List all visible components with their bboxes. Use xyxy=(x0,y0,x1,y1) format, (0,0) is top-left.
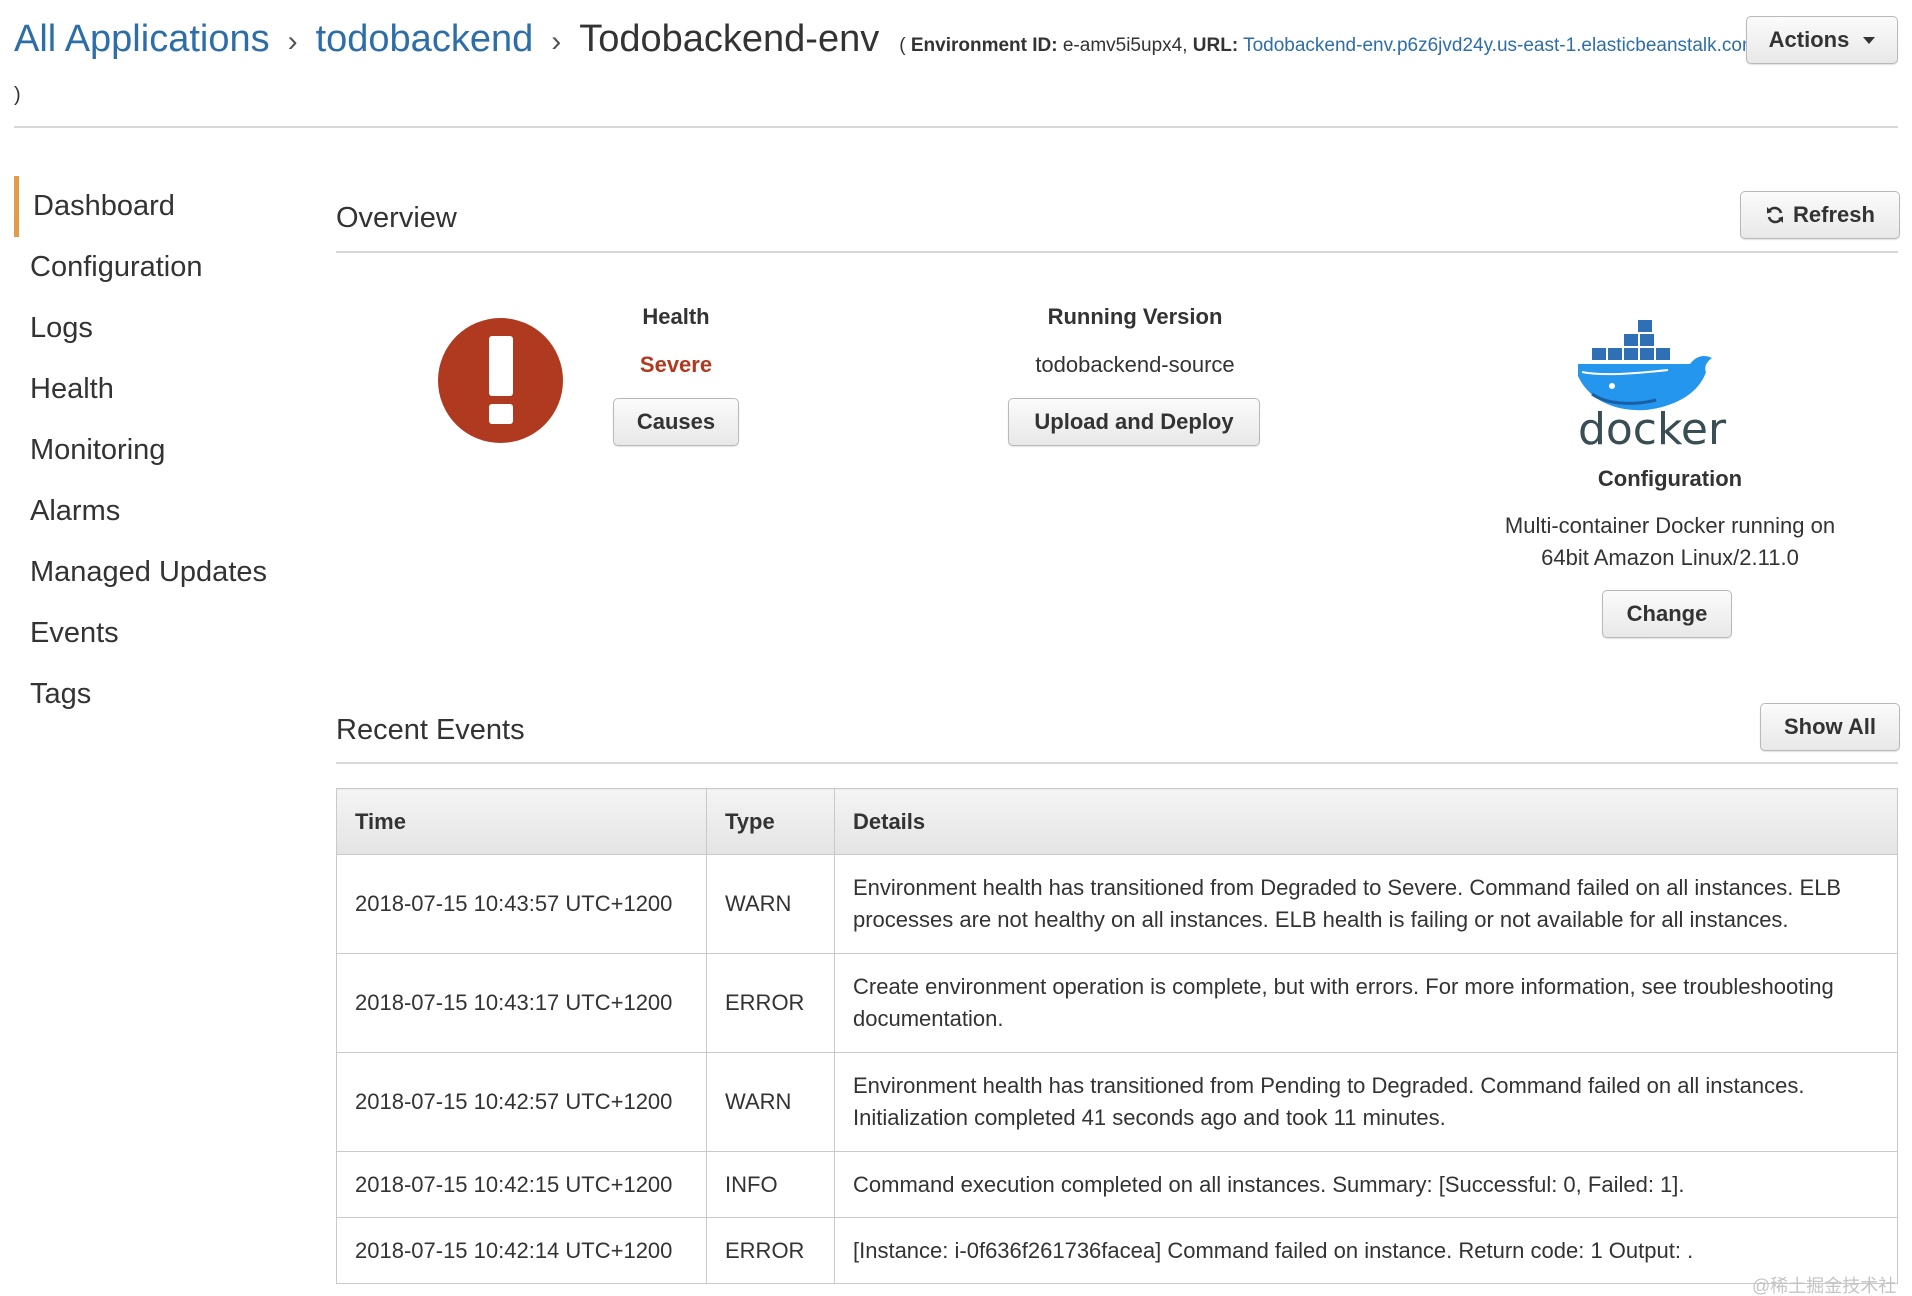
breadcrumb-all-applications[interactable]: All Applications xyxy=(14,18,270,61)
event-details: Command execution completed on all insta… xyxy=(834,1151,1898,1218)
sidebar-item-monitoring[interactable]: Monitoring xyxy=(14,420,294,481)
upload-and-deploy-button[interactable]: Upload and Deploy xyxy=(1008,398,1260,446)
overview-heading: Overview xyxy=(336,202,457,234)
sidebar-item-dashboard[interactable]: Dashboard xyxy=(14,176,294,237)
causes-button[interactable]: Causes xyxy=(613,398,739,446)
change-configuration-button[interactable]: Change xyxy=(1602,590,1732,638)
running-version-value: todobackend-source xyxy=(1035,352,1235,377)
health-status-circle xyxy=(438,318,563,443)
table-row: 2018-07-15 10:42:15 UTC+1200 INFO Comman… xyxy=(336,1151,1898,1218)
event-time: 2018-07-15 10:42:14 UTC+1200 xyxy=(336,1217,707,1284)
environment-url-label: URL: xyxy=(1192,35,1239,56)
column-header-time[interactable]: Time xyxy=(336,788,707,855)
exclamation-icon xyxy=(488,335,513,424)
table-row: 2018-07-15 10:43:17 UTC+1200 ERROR Creat… xyxy=(336,953,1898,1053)
docker-logo-icon: docker xyxy=(1578,320,1727,450)
configuration-description-line1: Multi-container Docker running on xyxy=(1504,513,1836,538)
table-row: 2018-07-15 10:42:57 UTC+1200 WARN Enviro… xyxy=(336,1052,1898,1152)
event-time: 2018-07-15 10:43:57 UTC+1200 xyxy=(336,854,707,954)
sidebar-item-managed-updates[interactable]: Managed Updates xyxy=(14,542,294,603)
recent-events-divider xyxy=(336,762,1898,764)
breadcrumb-application[interactable]: todobackend xyxy=(316,18,534,61)
column-header-type[interactable]: Type xyxy=(706,788,835,855)
event-type-error: ERROR xyxy=(706,1217,835,1284)
environment-open-paren: ( xyxy=(899,35,906,56)
sidebar-item-tags[interactable]: Tags xyxy=(14,664,294,725)
actions-label: Actions xyxy=(1768,27,1850,52)
event-details: Environment health has transitioned from… xyxy=(834,854,1898,954)
sidebar-item-configuration[interactable]: Configuration xyxy=(14,237,294,298)
header-divider xyxy=(14,126,1898,128)
event-type-warn: WARN xyxy=(706,1052,835,1152)
event-details: Create environment operation is complete… xyxy=(834,953,1898,1053)
column-header-details[interactable]: Details xyxy=(834,788,1898,855)
breadcrumb-current-environment: Todobackend-env xyxy=(579,18,880,60)
refresh-label: Refresh xyxy=(1793,202,1875,227)
environment-id-value: e-amv5i5upx4, xyxy=(1062,35,1188,56)
environment-id-label: Environment ID: xyxy=(910,35,1058,56)
docker-logo-text: docker xyxy=(1578,404,1727,450)
page-header: All Applications › todobackend › Todobac… xyxy=(14,14,1898,114)
breadcrumb-separator: › xyxy=(287,25,298,58)
environment-close-paren: ) xyxy=(14,84,21,106)
refresh-button[interactable]: Refresh xyxy=(1740,191,1900,239)
table-row: 2018-07-15 10:42:14 UTC+1200 ERROR [Inst… xyxy=(336,1217,1898,1284)
chevron-down-icon xyxy=(1863,36,1876,44)
health-status-value: Severe xyxy=(639,352,713,377)
event-time: 2018-07-15 10:42:15 UTC+1200 xyxy=(336,1151,707,1218)
sidebar-nav: Dashboard Configuration Logs Health Moni… xyxy=(14,176,294,725)
event-time: 2018-07-15 10:42:57 UTC+1200 xyxy=(336,1052,707,1152)
refresh-icon xyxy=(1767,206,1784,224)
show-all-events-button[interactable]: Show All xyxy=(1760,703,1900,751)
actions-dropdown-button[interactable]: Actions xyxy=(1746,16,1898,64)
table-row: 2018-07-15 10:43:57 UTC+1200 WARN Enviro… xyxy=(336,854,1898,954)
table-header-row: Time Type Details xyxy=(336,788,1898,855)
environment-info: ( Environment ID: e-amv5i5upx4, URL: Tod… xyxy=(899,35,1758,57)
sidebar-item-logs[interactable]: Logs xyxy=(14,298,294,359)
configuration-description-line2: 64bit Amazon Linux/2.11.0 xyxy=(1541,545,1799,570)
breadcrumb-separator: › xyxy=(551,25,562,58)
sidebar-item-events[interactable]: Events xyxy=(14,603,294,664)
running-version-label: Running Version xyxy=(1047,304,1223,329)
event-type-warn: WARN xyxy=(706,854,835,954)
configuration-description: Multi-container Docker running on 64bit … xyxy=(1470,510,1870,574)
watermark: @稀土掘金技术社区 xyxy=(1752,1276,1897,1296)
event-type-info: INFO xyxy=(706,1151,835,1218)
sidebar-item-health[interactable]: Health xyxy=(14,359,294,420)
recent-events-table: Time Type Details 2018-07-15 10:43:57 UT… xyxy=(336,788,1898,1284)
event-details: Environment health has transitioned from… xyxy=(834,1052,1898,1152)
event-time: 2018-07-15 10:43:17 UTC+1200 xyxy=(336,953,707,1053)
recent-events-heading: Recent Events xyxy=(336,714,525,746)
configuration-label: Configuration xyxy=(1597,466,1743,491)
environment-url-link[interactable]: Todobackend-env.p6z6jvd24y.us-east-1.ela… xyxy=(1243,35,1758,56)
event-details: [Instance: i-0f636f261736facea] Command … xyxy=(834,1217,1898,1284)
overview-divider xyxy=(336,251,1898,253)
health-label: Health xyxy=(642,304,710,329)
sidebar-item-alarms[interactable]: Alarms xyxy=(14,481,294,542)
event-type-error: ERROR xyxy=(706,953,835,1053)
breadcrumb: All Applications › todobackend › Todobac… xyxy=(14,18,1758,61)
